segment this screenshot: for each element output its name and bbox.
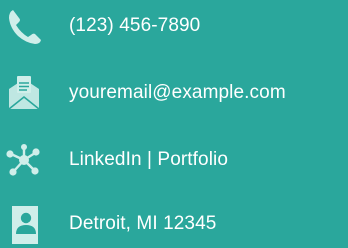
profile-links[interactable]: LinkedIn | Portfolio (69, 140, 228, 180)
envelope-icon (6, 73, 42, 113)
email-row: youremail@example.com (0, 73, 348, 113)
location-address: Detroit, MI 12345 (69, 213, 217, 234)
id-card-icon (6, 204, 42, 244)
network-icon (6, 140, 42, 180)
phone-row: (123) 456-7890 (0, 6, 348, 46)
phone-icon (6, 6, 42, 46)
email-address[interactable]: youremail@example.com (69, 73, 286, 113)
phone-number[interactable]: (123) 456-7890 (69, 6, 200, 46)
contact-info-panel: (123) 456-7890 youremail@example.com Lin… (0, 0, 348, 248)
links-row: LinkedIn | Portfolio (0, 140, 348, 180)
location-row: Detroit, MI 12345 (0, 204, 348, 244)
